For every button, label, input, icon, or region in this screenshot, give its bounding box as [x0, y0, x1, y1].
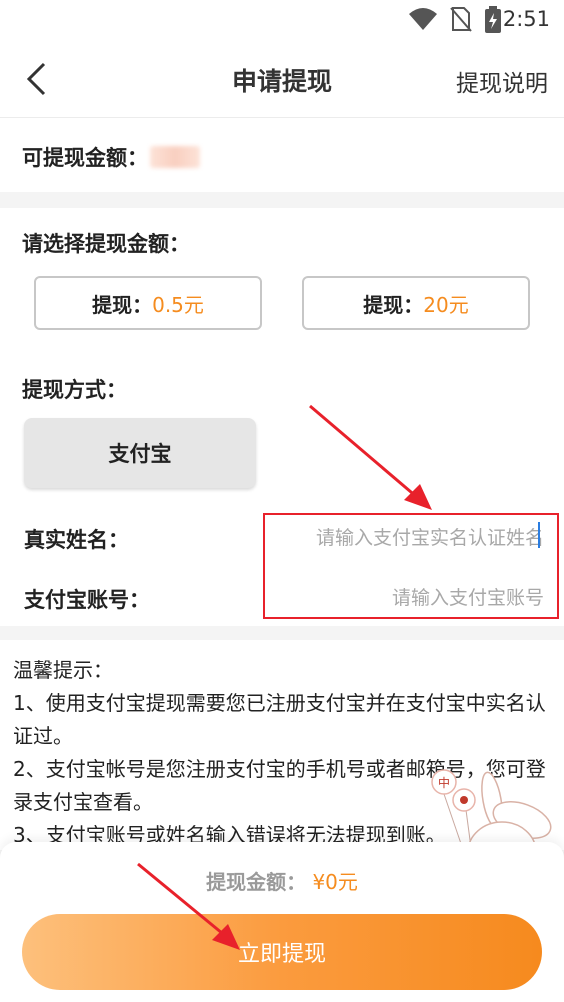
wifi-icon: [409, 8, 437, 30]
sticker-badge-text: 中: [438, 775, 450, 790]
annotation-arrow-icon: [309, 404, 432, 510]
no-sim-icon: [450, 7, 472, 32]
withdraw-help-link[interactable]: 提现说明: [456, 64, 548, 98]
withdraw-form-section: 请选择提现金额： 提现： 0.5元 提现： 20元 提现方式： 支付宝 真实姓名…: [0, 208, 564, 626]
select-amount-label: 请选择提现金额：: [22, 232, 190, 256]
withdraw-now-button[interactable]: 立即提现: [22, 914, 542, 990]
withdraw-summary: 提现金额： ¥0元: [0, 866, 564, 895]
amount-option-value: 0.5元: [152, 292, 204, 317]
app-header: 申请提现 提现说明: [0, 40, 564, 118]
amount-option-prefix: 提现：: [92, 292, 153, 317]
alipay-method-button[interactable]: 支付宝: [24, 418, 256, 488]
tips-title: 温馨提示：: [13, 658, 113, 682]
real-name-label: 真实姓名：: [24, 528, 129, 552]
annotation-highlight-box: [263, 513, 559, 619]
available-amount-label: 可提现金额：: [22, 146, 148, 170]
bottom-panel: 提现金额： ¥0元 立即提现: [0, 842, 564, 1002]
status-bar: 2:51: [0, 0, 564, 40]
method-label: 提现方式：: [22, 378, 127, 402]
available-amount-value-blurred: [150, 146, 200, 168]
annotation-arrow-icon: [137, 862, 240, 950]
withdraw-summary-value: ¥0元: [312, 870, 358, 894]
battery-charging-icon: [485, 6, 501, 33]
amount-option-0-5[interactable]: 提现： 0.5元: [34, 276, 262, 330]
tip-line: 1、使用支付宝提现需要您已注册支付宝并在支付宝中实名认证过。: [13, 691, 546, 748]
amount-option-20[interactable]: 提现： 20元: [302, 276, 530, 330]
status-time: 2:51: [502, 7, 550, 31]
alipay-account-label: 支付宝账号：: [24, 588, 150, 612]
amount-option-prefix: 提现：: [363, 292, 424, 317]
amount-option-value: 20元: [423, 292, 469, 317]
available-amount-section: 可提现金额：: [0, 118, 564, 192]
